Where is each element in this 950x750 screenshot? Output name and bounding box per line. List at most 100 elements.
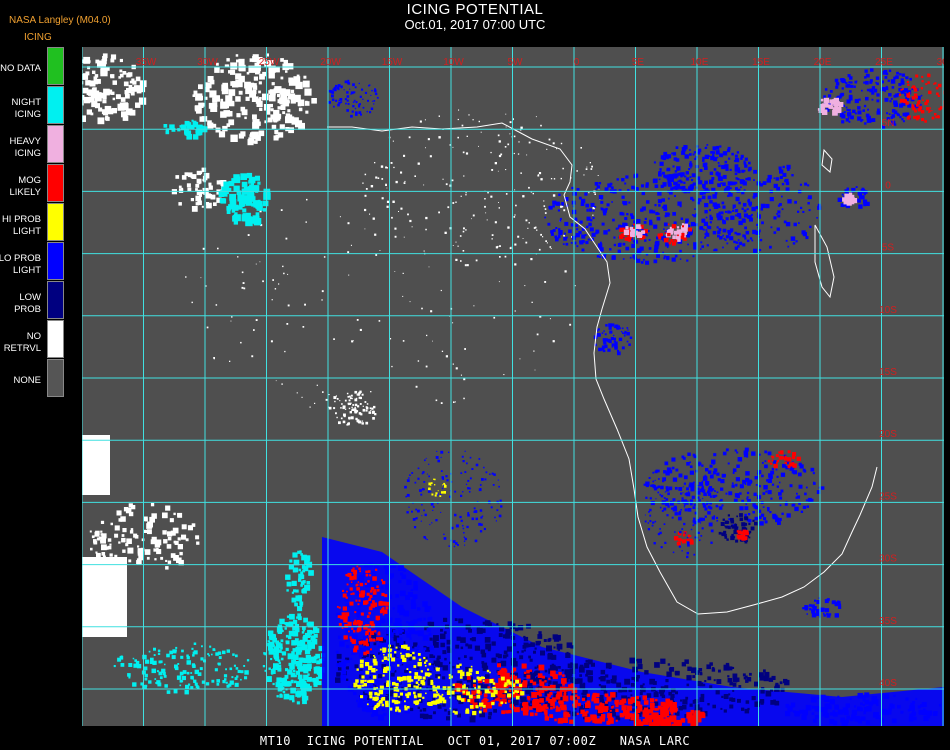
cloud-pixel: [285, 237, 288, 240]
cloud-pixel: [403, 569, 407, 572]
cloud-pixel: [625, 175, 629, 179]
cloud-pixel: [768, 478, 772, 483]
cloud-pixel: [672, 186, 675, 190]
cloud-pixel: [524, 285, 526, 287]
cloud-pixel: [754, 521, 758, 526]
cloud-pixel: [550, 178, 553, 180]
cloud-pixel: [357, 615, 360, 619]
cloud-pixel: [100, 530, 103, 533]
cloud-pixel: [337, 615, 341, 618]
cloud-pixel: [906, 116, 911, 120]
cloud-pixel: [430, 310, 433, 313]
cloud-pixel: [255, 263, 257, 265]
cloud-pixel: [398, 676, 404, 682]
cloud-pixel: [236, 675, 239, 678]
cloud-pixel: [370, 590, 373, 593]
cloud-pixel: [522, 645, 527, 649]
cloud-pixel: [342, 667, 346, 671]
cloud-pixel: [653, 259, 658, 264]
cloud-pixel: [663, 207, 668, 211]
cloud-pixel: [937, 94, 940, 97]
cloud-pixel: [369, 574, 372, 577]
cloud-pixel: [504, 146, 507, 148]
cloud-pixel: [302, 683, 308, 688]
cloud-pixel: [633, 223, 635, 226]
cloud-pixel: [498, 663, 501, 666]
cloud-pixel: [691, 179, 694, 182]
cloud-pixel: [252, 114, 257, 120]
cloud-pixel: [274, 86, 282, 94]
cloud-pixel: [715, 690, 720, 695]
cloud-pixel: [683, 482, 686, 485]
cloud-pixel: [504, 255, 507, 258]
cloud-pixel: [383, 656, 388, 660]
cloud-pixel: [686, 683, 690, 687]
cloud-pixel: [121, 534, 125, 537]
cloud-pixel: [667, 663, 671, 666]
cloud-pixel: [282, 265, 284, 268]
cloud-pixel: [785, 239, 788, 242]
cloud-pixel: [532, 674, 535, 678]
cloud-pixel: [534, 712, 538, 716]
cloud-pixel: [426, 334, 428, 337]
cloud-pixel: [358, 588, 360, 591]
cloud-pixel: [612, 705, 615, 708]
cloud-pixel: [805, 236, 809, 240]
cloud-pixel: [726, 538, 729, 541]
cloud-pixel: [350, 402, 352, 404]
cloud-pixel: [413, 700, 416, 704]
cloud-pixel: [294, 627, 298, 631]
cloud-pixel: [424, 119, 426, 121]
cloud-pixel: [349, 576, 354, 581]
cloud-pixel: [197, 672, 202, 676]
cloud-pixel: [281, 383, 283, 385]
cloud-pixel: [195, 183, 200, 188]
cloud-pixel: [427, 668, 430, 671]
cloud-pixel: [759, 521, 764, 526]
cloud-pixel: [422, 713, 429, 720]
cloud-pixel: [884, 76, 888, 79]
cloud-pixel: [471, 690, 476, 695]
cloud-pixel: [607, 229, 611, 232]
cloud-pixel: [407, 678, 410, 681]
cloud-pixel: [778, 517, 782, 521]
cloud-pixel: [432, 685, 436, 689]
cloud-pixel: [704, 680, 707, 683]
cloud-pixel: [501, 668, 507, 674]
cloud-pixel: [483, 708, 488, 713]
cloud-pixel: [558, 228, 561, 231]
cloud-pixel: [654, 244, 659, 250]
cloud-pixel: [574, 694, 578, 697]
cloud-pixel: [744, 513, 747, 517]
cloud-pixel: [440, 642, 445, 648]
cloud-pixel: [526, 623, 531, 629]
cloud-pixel: [302, 588, 307, 594]
cloud-pixel: [738, 201, 741, 205]
cloud-pixel: [213, 649, 216, 651]
cloud-pixel: [720, 487, 724, 491]
cloud-pixel: [302, 580, 306, 584]
cloud-pixel: [666, 514, 669, 517]
cloud-pixel: [732, 666, 735, 669]
cloud-pixel: [751, 451, 756, 456]
cloud-pixel: [333, 338, 335, 340]
cloud-pixel: [528, 655, 531, 659]
cloud-pixel: [600, 241, 602, 244]
cloud-pixel: [433, 693, 438, 698]
cloud-pixel: [585, 168, 588, 170]
cloud-pixel: [394, 682, 397, 685]
cloud-pixel: [658, 204, 661, 207]
cloud-pixel: [929, 107, 931, 109]
cloud-pixel: [364, 679, 367, 682]
cloud-pixel: [705, 468, 709, 472]
cloud-pixel: [375, 568, 378, 571]
cloud-pixel: [876, 93, 880, 97]
cloud-pixel: [440, 289, 442, 292]
cloud-pixel: [759, 249, 762, 252]
cloud-pixel: [425, 216, 428, 220]
cloud-pixel: [352, 592, 355, 595]
cloud-pixel: [540, 178, 543, 181]
cloud-pixel: [513, 709, 516, 712]
cloud-pixel: [848, 192, 853, 196]
cloud-pixel: [534, 666, 537, 669]
